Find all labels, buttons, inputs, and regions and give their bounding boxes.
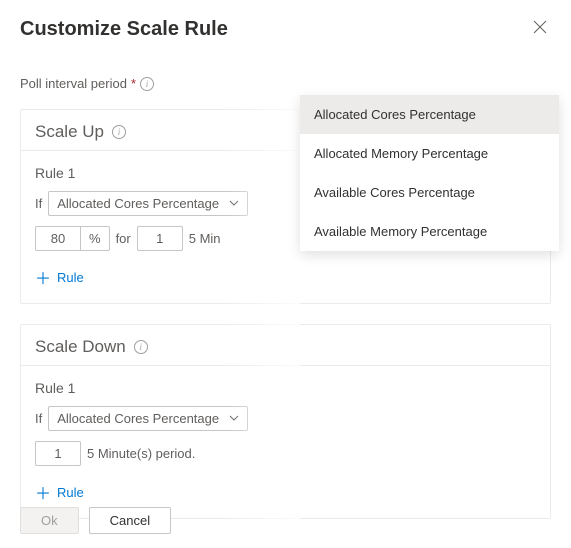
close-icon: [533, 21, 547, 38]
period-text: 5 Minute(s) period.: [87, 446, 195, 461]
dialog-header: Customize Scale Rule: [0, 0, 571, 54]
dropdown-option[interactable]: Available Memory Percentage: [300, 212, 559, 251]
info-icon[interactable]: i: [140, 77, 154, 91]
plus-icon: ＋: [35, 265, 51, 289]
period-text: 5 Min: [189, 231, 221, 246]
scale-down-section: Scale Down i Rule 1 If Allocated Cores P…: [20, 324, 551, 519]
duration-input[interactable]: [35, 441, 81, 466]
rule-title: Rule 1: [35, 380, 536, 396]
for-label: for: [116, 231, 131, 246]
threshold-unit: %: [81, 226, 110, 251]
dialog-footer: Ok Cancel: [20, 507, 171, 534]
dialog-title: Customize Scale Rule: [20, 18, 228, 41]
dropdown-option[interactable]: Allocated Memory Percentage: [300, 134, 559, 173]
close-button[interactable]: [529, 16, 551, 42]
dropdown-option[interactable]: Allocated Cores Percentage: [300, 95, 559, 134]
info-icon[interactable]: i: [134, 340, 148, 354]
add-rule-button[interactable]: ＋ Rule: [35, 476, 84, 508]
add-rule-label: Rule: [57, 485, 84, 500]
scale-down-header: Scale Down i: [21, 325, 550, 366]
metric-dropdown[interactable]: Allocated Cores Percentage: [48, 191, 248, 216]
duration-input[interactable]: [137, 226, 183, 251]
rule-duration-row: 5 Minute(s) period.: [35, 441, 536, 466]
scale-down-rule-1: Rule 1 If Allocated Cores Percentage 5 M…: [21, 366, 550, 518]
metric-dropdown[interactable]: Allocated Cores Percentage: [48, 406, 248, 431]
dropdown-option[interactable]: Available Cores Percentage: [300, 173, 559, 212]
chevron-down-icon: [229, 413, 239, 424]
add-rule-button[interactable]: ＋ Rule: [35, 261, 84, 293]
poll-interval-row: Poll interval period * i: [20, 76, 551, 91]
if-label: If: [35, 411, 42, 426]
metric-dropdown-value: Allocated Cores Percentage: [57, 196, 219, 211]
scale-down-title: Scale Down: [35, 337, 126, 357]
metric-dropdown-list: Allocated Cores Percentage Allocated Mem…: [300, 95, 559, 251]
if-label: If: [35, 196, 42, 211]
poll-interval-label: Poll interval period: [20, 76, 127, 91]
threshold-input-group: %: [35, 226, 110, 251]
plus-icon: ＋: [35, 480, 51, 504]
metric-dropdown-value: Allocated Cores Percentage: [57, 411, 219, 426]
info-icon[interactable]: i: [112, 125, 126, 139]
chevron-down-icon: [229, 198, 239, 209]
ok-button[interactable]: Ok: [20, 507, 79, 534]
cancel-button[interactable]: Cancel: [89, 507, 171, 534]
add-rule-label: Rule: [57, 270, 84, 285]
required-marker: *: [131, 76, 136, 91]
threshold-input[interactable]: [35, 226, 81, 251]
rule-condition-row: If Allocated Cores Percentage: [35, 406, 536, 431]
scale-up-title: Scale Up: [35, 122, 104, 142]
